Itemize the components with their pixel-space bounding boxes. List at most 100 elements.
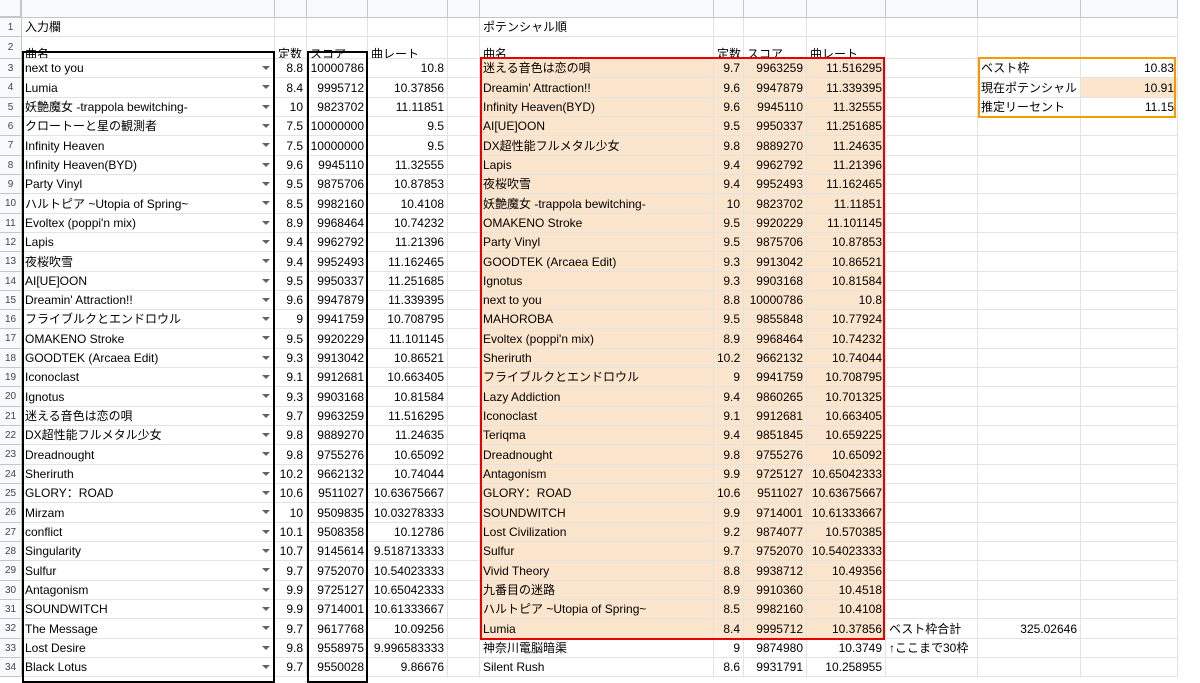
dropdown-arrow-icon[interactable]	[262, 221, 270, 225]
cell-f27[interactable]: Lost Civilization	[480, 523, 714, 542]
dropdown-arrow-icon[interactable]	[262, 530, 270, 534]
cell-b16[interactable]: 9	[275, 310, 307, 329]
cell-i16[interactable]: 10.77924	[807, 310, 886, 329]
cell-d8[interactable]: 11.32555	[368, 156, 448, 175]
cell-c20[interactable]: 9903168	[307, 387, 368, 407]
cell-f2[interactable]: 曲名	[480, 37, 714, 59]
cell-l14[interactable]	[1081, 272, 1178, 291]
cell-a19[interactable]: Iconoclast	[22, 368, 275, 387]
cell-f18[interactable]: Sheriruth	[480, 349, 714, 368]
cell-h10[interactable]: 9823702	[744, 194, 807, 214]
cell-e25[interactable]	[448, 484, 480, 503]
dropdown-arrow-icon[interactable]	[262, 607, 270, 611]
cell-g14[interactable]: 9.3	[714, 272, 744, 291]
cell-l8[interactable]	[1081, 156, 1178, 175]
cell-a5[interactable]: 妖艶魔女 -trappola bewitching-	[22, 98, 275, 117]
dropdown-arrow-icon[interactable]	[262, 298, 270, 302]
dropdown-arrow-icon[interactable]	[262, 414, 270, 418]
cell-d32[interactable]: 10.09256	[368, 619, 448, 639]
cell-c21[interactable]: 9963259	[307, 407, 368, 426]
cell-f31[interactable]: ハルトピア ~Utopia of Spring~	[480, 600, 714, 619]
cell-g19[interactable]: 9	[714, 368, 744, 387]
cell-a18[interactable]: GOODTEK (Arcaea Edit)	[22, 349, 275, 368]
cell-g26[interactable]: 9.9	[714, 503, 744, 523]
cell-l11[interactable]	[1081, 214, 1178, 233]
cell-i8[interactable]: 11.21396	[807, 156, 886, 175]
cell-h29[interactable]: 9938712	[744, 561, 807, 581]
cell-j29[interactable]	[886, 561, 978, 581]
select-all-corner[interactable]	[0, 0, 22, 18]
cell-d22[interactable]: 11.24635	[368, 426, 448, 445]
cell-j21[interactable]	[886, 407, 978, 426]
cell-h25[interactable]: 9511027	[744, 484, 807, 503]
column-header-i[interactable]	[807, 0, 886, 18]
cell-j19[interactable]	[886, 368, 978, 387]
cell-k15[interactable]	[978, 291, 1081, 310]
cell-j10[interactable]	[886, 194, 978, 214]
cell-j20[interactable]	[886, 387, 978, 407]
cell-b22[interactable]: 9.8	[275, 426, 307, 445]
cell-c23[interactable]: 9755276	[307, 445, 368, 465]
cell-c30[interactable]: 9725127	[307, 581, 368, 600]
cell-d23[interactable]: 10.65092	[368, 445, 448, 465]
cell-d31[interactable]: 10.61333667	[368, 600, 448, 619]
cell-h15[interactable]: 10000786	[744, 291, 807, 310]
dropdown-arrow-icon[interactable]	[262, 472, 270, 476]
cell-h18[interactable]: 9662132	[744, 349, 807, 368]
cell-f12[interactable]: Party Vinyl	[480, 233, 714, 252]
cell-l32[interactable]	[1081, 619, 1178, 639]
cell-c12[interactable]: 9962792	[307, 233, 368, 252]
dropdown-arrow-icon[interactable]	[262, 240, 270, 244]
cell-g1[interactable]	[714, 18, 744, 37]
column-header-c[interactable]	[307, 0, 368, 18]
cell-g10[interactable]: 10	[714, 194, 744, 214]
cell-l24[interactable]	[1081, 465, 1178, 484]
cell-k17[interactable]	[978, 329, 1081, 349]
cell-h32[interactable]: 9995712	[744, 619, 807, 639]
row-header-31[interactable]: 31	[0, 600, 22, 619]
cell-a6[interactable]: クロートーと星の観測者	[22, 117, 275, 136]
row-header-11[interactable]: 11	[0, 214, 22, 233]
cell-e22[interactable]	[448, 426, 480, 445]
cell-b24[interactable]: 10.2	[275, 465, 307, 484]
cell-f22[interactable]: Teriqma	[480, 426, 714, 445]
row-header-20[interactable]: 20	[0, 387, 22, 407]
cell-d12[interactable]: 11.21396	[368, 233, 448, 252]
cell-k14[interactable]	[978, 272, 1081, 291]
cell-i1[interactable]	[807, 18, 886, 37]
cell-i5[interactable]: 11.32555	[807, 98, 886, 117]
cell-i30[interactable]: 10.4518	[807, 581, 886, 600]
cell-d27[interactable]: 10.12786	[368, 523, 448, 542]
cell-e11[interactable]	[448, 214, 480, 233]
cell-g5[interactable]: 9.6	[714, 98, 744, 117]
row-header-27[interactable]: 27	[0, 523, 22, 542]
row-header-24[interactable]: 24	[0, 465, 22, 484]
cell-h26[interactable]: 9714001	[744, 503, 807, 523]
row-header-30[interactable]: 30	[0, 581, 22, 600]
cell-c6[interactable]: 10000000	[307, 117, 368, 136]
cell-d9[interactable]: 10.87853	[368, 175, 448, 194]
cell-b7[interactable]: 7.5	[275, 136, 307, 156]
cell-e17[interactable]	[448, 329, 480, 349]
cell-c29[interactable]: 9752070	[307, 561, 368, 581]
cell-a4[interactable]: Lumia	[22, 78, 275, 98]
cell-k12[interactable]	[978, 233, 1081, 252]
cell-i25[interactable]: 10.63675667	[807, 484, 886, 503]
cell-k11[interactable]	[978, 214, 1081, 233]
cell-f10[interactable]: 妖艶魔女 -trappola bewitching-	[480, 194, 714, 214]
cell-d10[interactable]: 10.4108	[368, 194, 448, 214]
cell-e24[interactable]	[448, 465, 480, 484]
cell-f1[interactable]: ポテンシャル順	[480, 18, 714, 37]
dropdown-arrow-icon[interactable]	[262, 317, 270, 321]
cell-f15[interactable]: next to you	[480, 291, 714, 310]
cell-l16[interactable]	[1081, 310, 1178, 329]
cell-g7[interactable]: 9.8	[714, 136, 744, 156]
cell-a27[interactable]: conflict	[22, 523, 275, 542]
cell-i19[interactable]: 10.708795	[807, 368, 886, 387]
cell-i24[interactable]: 10.65042333	[807, 465, 886, 484]
cell-h30[interactable]: 9910360	[744, 581, 807, 600]
cell-d17[interactable]: 11.101145	[368, 329, 448, 349]
cell-e23[interactable]	[448, 445, 480, 465]
cell-b10[interactable]: 8.5	[275, 194, 307, 214]
cell-j25[interactable]	[886, 484, 978, 503]
